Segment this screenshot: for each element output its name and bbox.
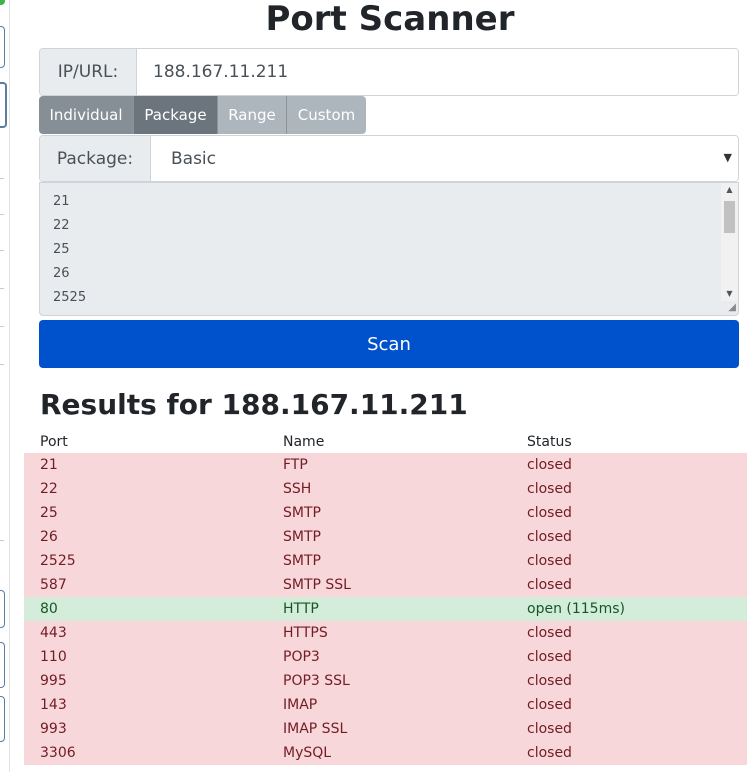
cell-status: closed [527, 505, 572, 521]
cell-name: SMTP [283, 505, 321, 521]
port-line: 25 [53, 242, 70, 257]
divider [0, 540, 4, 541]
cell-port: 587 [40, 577, 67, 593]
table-row: 443 HTTPS closed [24, 621, 747, 645]
cell-status: closed [527, 649, 572, 665]
cell-name: POP3 [283, 649, 320, 665]
scan-button[interactable]: Scan [39, 320, 739, 368]
tab-individual[interactable]: Individual [39, 96, 134, 134]
cell-port: 26 [40, 529, 58, 545]
port-line: 26 [53, 266, 70, 281]
cell-status: closed [527, 721, 572, 737]
table-row: 993 IMAP SSL closed [24, 717, 747, 741]
target-input[interactable]: 188.167.11.211 [137, 49, 738, 95]
cell-port: 21 [40, 457, 58, 473]
table-row: 2525 SMTP closed [24, 549, 747, 573]
scroll-up-icon[interactable]: ▲ [721, 183, 738, 197]
cell-status: closed [527, 625, 572, 641]
window-fragment [0, 696, 5, 742]
results-table: Port Name Status 21 FTP closed 22 SSH closed… [24, 433, 747, 765]
divider [0, 364, 4, 365]
resize-grip-icon[interactable]: ◢ [728, 303, 736, 313]
target-label: IP/URL: [40, 49, 137, 95]
cell-status: closed [527, 457, 572, 473]
divider [0, 326, 4, 327]
scan-mode-tabs: Individual Package Range Custom [39, 96, 366, 134]
cell-port: 110 [40, 649, 67, 665]
package-selected-value: Basic [171, 148, 217, 169]
package-label: Package: [40, 136, 151, 181]
cell-name: IMAP [283, 697, 318, 713]
cell-status: open (115ms) [527, 601, 625, 617]
cell-port: 22 [40, 481, 58, 497]
package-select[interactable]: Basic ▼ [151, 136, 738, 181]
table-row: 22 SSH closed [24, 477, 747, 501]
window-fragment [0, 642, 5, 688]
cell-status: closed [527, 481, 572, 497]
cell-port: 2525 [40, 553, 76, 569]
package-select-group: Package: Basic ▼ [39, 135, 739, 182]
cell-port: 25 [40, 505, 58, 521]
tab-package[interactable]: Package [134, 96, 218, 134]
page-title: Port Scanner [265, 0, 515, 39]
cell-port: 995 [40, 673, 67, 689]
table-header: Port Name Status [24, 433, 747, 453]
header-status: Status [527, 434, 572, 450]
cell-port: 3306 [40, 745, 76, 761]
cell-name: SMTP SSL [283, 577, 351, 593]
tab-range[interactable]: Range [218, 96, 287, 134]
ports-textarea[interactable]: 21 22 25 26 2525 ▲ ▼ ◢ [39, 182, 739, 316]
window-fragment [0, 26, 5, 68]
table-row-open: 80 HTTP open (115ms) [24, 597, 747, 621]
port-line: 22 [53, 218, 70, 233]
port-line: 21 [53, 194, 70, 209]
background-window-edge [0, 0, 10, 772]
table-row: 110 POP3 closed [24, 645, 747, 669]
divider [0, 288, 4, 289]
header-port: Port [40, 434, 68, 450]
cell-status: closed [527, 673, 572, 689]
scroll-down-icon[interactable]: ▼ [721, 287, 738, 301]
cell-name: HTTP [283, 601, 319, 617]
cell-name: SMTP [283, 553, 321, 569]
cell-status: closed [527, 553, 572, 569]
cell-status: closed [527, 577, 572, 593]
textarea-scrollbar[interactable]: ▲ ▼ [721, 183, 738, 301]
cell-status: closed [527, 697, 572, 713]
table-row: 25 SMTP closed [24, 501, 747, 525]
cell-name: HTTPS [283, 625, 328, 641]
divider [0, 178, 4, 179]
cell-port: 993 [40, 721, 67, 737]
cell-port: 143 [40, 697, 67, 713]
cell-name: IMAP SSL [283, 721, 348, 737]
scrollbar-thumb[interactable] [724, 201, 735, 233]
caret-down-icon: ▼ [723, 151, 732, 164]
divider [0, 250, 4, 251]
cell-name: FTP [283, 457, 308, 473]
cell-name: POP3 SSL [283, 673, 350, 689]
table-row: 995 POP3 SSL closed [24, 669, 747, 693]
table-row: 21 FTP closed [24, 453, 747, 477]
cell-port: 80 [40, 601, 58, 617]
header-name: Name [283, 434, 325, 450]
cell-name: MySQL [283, 745, 332, 761]
target-input-group: IP/URL: 188.167.11.211 [39, 48, 739, 96]
results-title: Results for 188.167.11.211 [40, 388, 468, 421]
cell-status: closed [527, 745, 572, 761]
cell-name: SSH [283, 481, 312, 497]
cell-name: SMTP [283, 529, 321, 545]
tab-custom[interactable]: Custom [287, 96, 366, 134]
window-fragment [0, 82, 7, 128]
window-fragment [0, 590, 5, 628]
port-line: 2525 [53, 290, 87, 305]
table-row: 143 IMAP closed [24, 693, 747, 717]
cell-status: closed [527, 529, 572, 545]
table-row: 26 SMTP closed [24, 525, 747, 549]
cell-port: 443 [40, 625, 67, 641]
status-dot [0, 0, 5, 5]
table-row: 3306 MySQL closed [24, 741, 747, 765]
divider [0, 214, 4, 215]
table-row: 587 SMTP SSL closed [24, 573, 747, 597]
